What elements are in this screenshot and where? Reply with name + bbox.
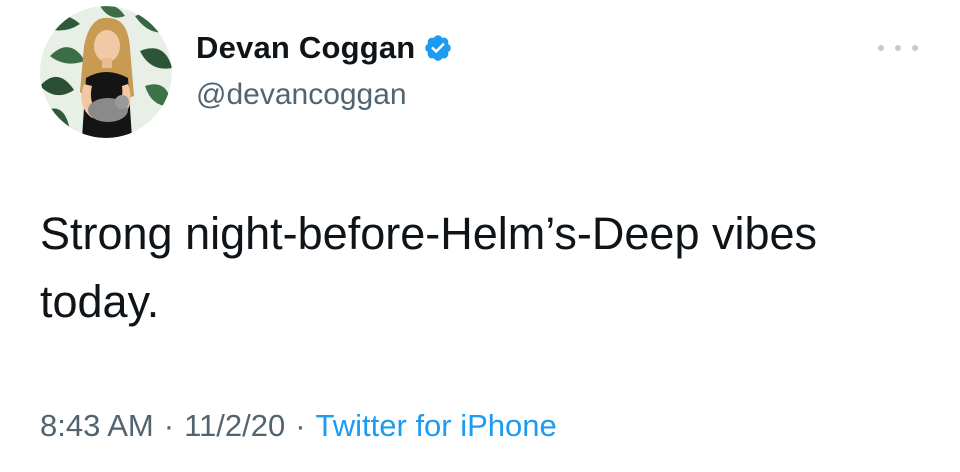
tweet-time[interactable]: 8:43 AM [40, 408, 154, 443]
author-name-row: Devan Coggan [196, 28, 453, 68]
tweet-meta: 8:43 AM · 11/2/20 · Twitter for iPhone [40, 408, 557, 444]
more-dot [912, 45, 918, 51]
verified-badge-icon [423, 33, 453, 63]
more-dot [895, 45, 901, 51]
tweet-text: Strong night-before-Helm’s-Deep vibes to… [40, 208, 830, 327]
tweet-source-link[interactable]: Twitter for iPhone [316, 408, 557, 443]
author-handle[interactable]: @devancoggan [196, 78, 407, 112]
avatar-image [40, 6, 172, 138]
more-options-icon[interactable] [878, 38, 918, 58]
avatar[interactable] [40, 6, 172, 138]
meta-separator: · [295, 408, 306, 443]
meta-separator: · [163, 408, 175, 443]
author-display-name[interactable]: Devan Coggan [196, 30, 415, 66]
tweet-date[interactable]: 11/2/20 [184, 408, 285, 443]
tweet-card: Devan Coggan @devancoggan Strong night-b… [0, 0, 960, 472]
more-dot [878, 45, 884, 51]
